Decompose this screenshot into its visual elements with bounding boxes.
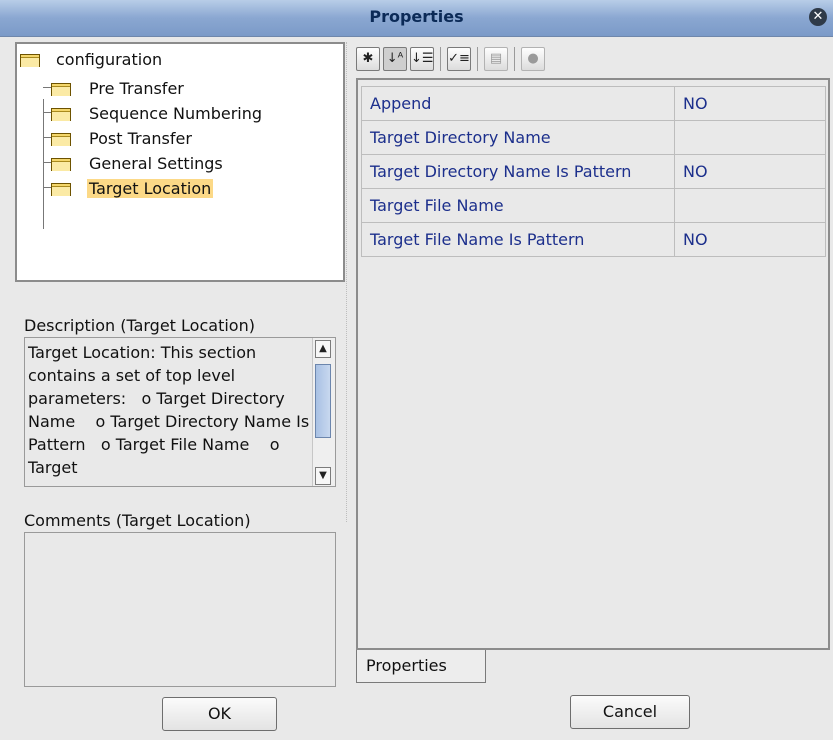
property-sheet: Append NO Target Directory Name Target D… (356, 78, 830, 650)
description-scrollbar[interactable]: ▲ ▼ (312, 338, 335, 486)
asterisk-icon[interactable]: ✱ (356, 47, 380, 71)
ok-button[interactable]: OK (162, 697, 277, 731)
tree-node-label: configuration (56, 49, 163, 69)
scroll-thumb[interactable] (315, 364, 331, 438)
table-row[interactable]: Append NO (361, 86, 826, 121)
checklist-icon[interactable]: ✓≡ (447, 47, 471, 71)
scroll-up-icon[interactable]: ▲ (315, 340, 331, 358)
property-value[interactable]: NO (674, 86, 826, 121)
title-bar[interactable]: Properties ✕ (0, 0, 833, 37)
tree-node-label: General Settings (89, 153, 223, 173)
toolbar-separator (440, 47, 441, 71)
property-value[interactable] (674, 188, 826, 223)
tree-node-label: Sequence Numbering (89, 103, 263, 123)
table-row[interactable]: Target Directory Name Is Pattern NO (361, 154, 826, 189)
tree-node-label-selected: Target Location (87, 178, 214, 198)
property-name: Target Directory Name Is Pattern (361, 154, 675, 189)
property-name: Target Directory Name (361, 120, 675, 155)
properties-dialog: Properties ✕ configuration Pre Transfer … (0, 0, 833, 740)
tree-node-configuration[interactable]: configuration (20, 47, 162, 71)
property-name: Target File Name (361, 188, 675, 223)
text-panel-icon[interactable]: ▤ (484, 47, 508, 71)
help-icon[interactable]: ● (521, 47, 545, 71)
scroll-down-icon[interactable]: ▼ (315, 467, 331, 485)
property-value[interactable]: NO (674, 222, 826, 257)
property-value[interactable] (674, 120, 826, 155)
sort-az-icon[interactable]: ↓ᴬ (383, 47, 407, 71)
folder-icon (51, 131, 71, 146)
comments-label: Comments (Target Location) (24, 511, 251, 530)
toolbar-separator (477, 47, 478, 71)
tree-node-target-location[interactable]: Target Location (51, 176, 214, 200)
table-row[interactable]: Target File Name (361, 188, 826, 223)
property-table: Append NO Target Directory Name Target D… (361, 86, 826, 257)
sort-category-icon[interactable]: ↓☰ (410, 47, 434, 71)
comments-textarea[interactable] (24, 532, 336, 687)
description-area: Target Location: This section contains a… (24, 337, 336, 487)
window-title: Properties (369, 7, 464, 26)
tree-node-sequence-numbering[interactable]: Sequence Numbering (51, 101, 262, 125)
tree-node-pre-transfer[interactable]: Pre Transfer (51, 76, 184, 100)
tree-connector (43, 99, 44, 229)
table-row[interactable]: Target Directory Name (361, 120, 826, 155)
tree-node-label: Pre Transfer (89, 78, 184, 98)
tree-node-label: Post Transfer (89, 128, 192, 148)
cancel-button[interactable]: Cancel (570, 695, 690, 729)
folder-icon (51, 181, 71, 196)
tree-node-general-settings[interactable]: General Settings (51, 151, 223, 175)
toolbar-separator (514, 47, 515, 71)
panel-splitter[interactable] (346, 42, 351, 522)
property-name: Target File Name Is Pattern (361, 222, 675, 257)
folder-icon (51, 106, 71, 121)
description-label: Description (Target Location) (24, 316, 255, 335)
close-icon[interactable]: ✕ (809, 8, 827, 26)
folder-icon (20, 52, 40, 67)
configuration-tree: configuration Pre Transfer Sequence Numb… (15, 42, 345, 282)
properties-toolbar: ✱ ↓ᴬ ↓☰ ✓≡ ▤ ● (356, 44, 548, 74)
tab-properties[interactable]: Properties (356, 650, 486, 683)
description-text: Target Location: This section contains a… (28, 343, 310, 477)
folder-icon (51, 156, 71, 171)
tree-node-post-transfer[interactable]: Post Transfer (51, 126, 192, 150)
table-row[interactable]: Target File Name Is Pattern NO (361, 222, 826, 257)
folder-icon (51, 81, 71, 96)
property-name: Append (361, 86, 675, 121)
property-value[interactable]: NO (674, 154, 826, 189)
